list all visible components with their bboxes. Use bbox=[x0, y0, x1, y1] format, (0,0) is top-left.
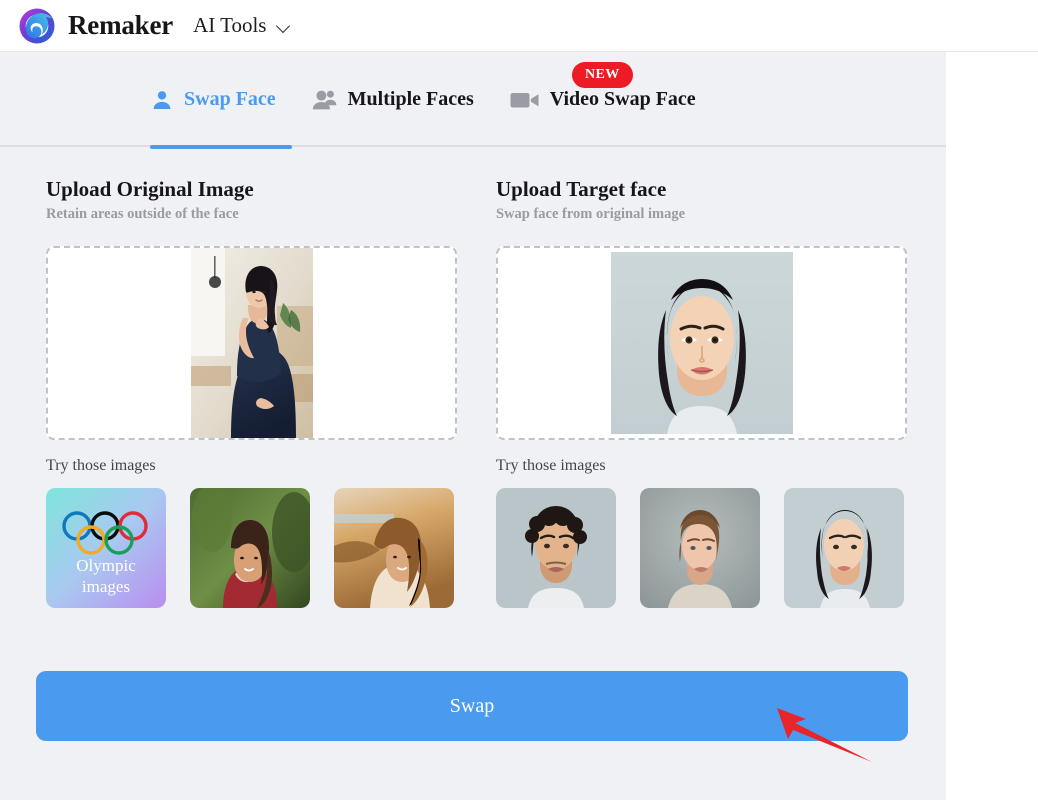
thumb-young-woman-sweater[interactable] bbox=[640, 488, 760, 608]
thumb-curly-hair-man[interactable] bbox=[496, 488, 616, 608]
tab-bar: Swap Face Multiple Faces Video Swap Face… bbox=[0, 52, 946, 149]
video-camera-icon bbox=[510, 89, 540, 111]
new-badge: NEW bbox=[572, 62, 633, 88]
thumb-asian-woman-portrait[interactable] bbox=[784, 488, 904, 608]
active-tab-indicator bbox=[150, 145, 292, 149]
target-sample-thumbnails bbox=[496, 488, 907, 608]
original-panel-title: Upload Original Image bbox=[46, 177, 254, 201]
remaker-swirl-logo-icon bbox=[18, 7, 56, 45]
swap-button[interactable]: Swap bbox=[36, 671, 908, 741]
tab-video-swap-face-label: Video Swap Face bbox=[549, 88, 696, 110]
target-panel-subtitle: Swap face from original image bbox=[496, 206, 686, 222]
ai-tools-menu-label[interactable]: AI Tools bbox=[193, 13, 266, 38]
olympic-tile-caption: Olympic images bbox=[46, 555, 166, 597]
person-icon bbox=[150, 88, 174, 112]
original-image-dropzone[interactable] bbox=[46, 246, 457, 440]
target-try-label: Try those images bbox=[496, 457, 606, 474]
brand-link[interactable]: Remaker bbox=[18, 7, 173, 45]
main-content: Swap Face Multiple Faces Video Swap Face… bbox=[0, 52, 946, 800]
tab-multiple-faces-label: Multiple Faces bbox=[347, 88, 474, 110]
app-page: Remaker AI Tools Swap Face Multiple Face… bbox=[0, 0, 1038, 800]
target-face-dropzone[interactable] bbox=[496, 246, 907, 440]
thumb-olympic-images[interactable]: Olympic images bbox=[46, 488, 166, 608]
olympic-caption-line2: images bbox=[81, 577, 131, 596]
original-try-label: Try those images bbox=[46, 457, 156, 474]
target-face-panel: Upload Target face Swap face from origin… bbox=[496, 177, 907, 608]
thumb-woman-red-top[interactable] bbox=[190, 488, 310, 608]
target-panel-title: Upload Target face bbox=[496, 177, 667, 201]
olympic-caption-line1: Olympic bbox=[76, 556, 136, 575]
original-panel-subtitle: Retain areas outside of the face bbox=[46, 206, 239, 222]
tab-swap-face[interactable]: Swap Face bbox=[150, 52, 276, 147]
original-image-panel: Upload Original Image Retain areas outsi… bbox=[46, 177, 457, 608]
original-uploaded-image bbox=[190, 248, 313, 438]
tab-multiple-faces[interactable]: Multiple Faces bbox=[312, 52, 474, 147]
chevron-down-icon[interactable] bbox=[277, 20, 292, 35]
app-header: Remaker AI Tools bbox=[0, 0, 1038, 52]
tab-swap-face-label: Swap Face bbox=[184, 88, 276, 110]
people-icon bbox=[312, 88, 338, 112]
original-sample-thumbnails: Olympic images bbox=[46, 488, 457, 608]
target-uploaded-image bbox=[610, 252, 793, 434]
thumb-woman-beach-sunset[interactable] bbox=[334, 488, 454, 608]
brand-title: Remaker bbox=[68, 10, 174, 40]
